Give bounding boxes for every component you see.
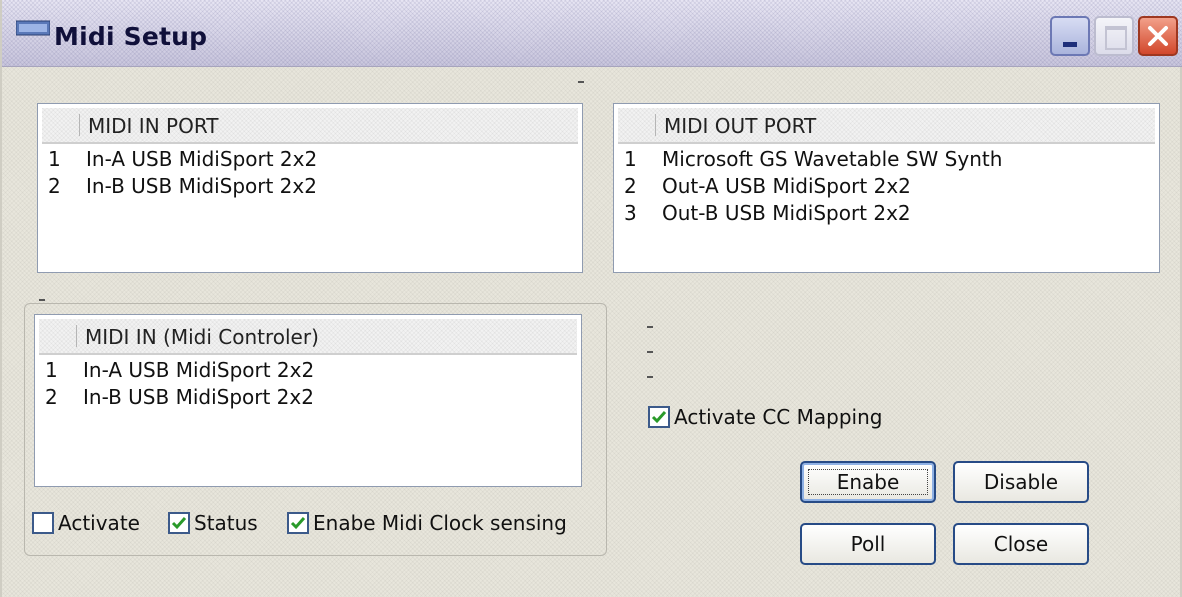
checkmark-icon [290,517,306,530]
midi-in-controller-header[interactable]: MIDI IN (Midi Controler) [39,319,577,355]
midi-out-port-header[interactable]: MIDI OUT PORT [618,108,1155,144]
divider-mark [578,81,584,83]
list-item[interactable]: 1 Microsoft GS Wavetable SW Synth [624,146,1151,173]
poll-button[interactable]: Poll [800,523,936,565]
list-item[interactable]: 2 Out-A USB MidiSport 2x2 [624,173,1151,200]
close-window-button[interactable] [1138,16,1178,56]
list-item[interactable]: 1 In-A USB MidiSport 2x2 [48,146,574,173]
midi-in-port-header[interactable]: MIDI IN PORT [42,108,578,144]
divider-mark [647,326,653,328]
midi-in-port-list[interactable]: MIDI IN PORT 1 In-A USB MidiSport 2x2 2 In… [37,103,583,273]
status-checkbox-label: Status [194,511,258,535]
app-icon [16,20,50,36]
group-label-mark [39,299,45,301]
midi-clock-checkbox-label: Enabe Midi Clock sensing [313,511,567,535]
midi-clock-checkbox-box[interactable] [287,512,309,534]
list-item[interactable]: 3 Out-B USB MidiSport 2x2 [624,200,1151,227]
disable-button[interactable]: Disable [953,461,1089,503]
midi-in-controller-header-label: MIDI IN (Midi Controler) [85,325,319,349]
midi-clock-checkbox[interactable]: Enabe Midi Clock sensing [287,511,567,535]
cc-mapping-checkbox-label: Activate CC Mapping [674,405,883,429]
close-icon [1148,26,1168,46]
divider-mark [647,351,653,353]
status-checkbox-box[interactable] [168,512,190,534]
enable-button[interactable]: Enabe [800,461,936,503]
midi-in-controller-list[interactable]: MIDI IN (Midi Controler) 1 In-A USB MidiS… [34,314,582,487]
activate-checkbox[interactable]: Activate [32,511,140,535]
divider-mark [647,376,653,378]
activate-checkbox-label: Activate [58,511,140,535]
status-checkbox[interactable]: Status [168,511,258,535]
activate-checkbox-box[interactable] [32,512,54,534]
window-title: Midi Setup [54,22,208,51]
cc-mapping-checkbox[interactable]: Activate CC Mapping [648,405,882,429]
checkmark-icon [651,411,667,424]
midi-setup-window: Midi Setup MIDI IN PORT 1 In-A USB MidiSp… [0,0,1182,597]
minimize-button[interactable] [1050,16,1090,56]
title-bar[interactable]: Midi Setup [2,0,1182,67]
maximize-button[interactable] [1094,16,1134,56]
list-item[interactable]: 2 In-B USB MidiSport 2x2 [45,384,573,411]
list-item[interactable]: 2 In-B USB MidiSport 2x2 [48,173,574,200]
midi-out-port-header-label: MIDI OUT PORT [664,114,817,138]
list-item[interactable]: 1 In-A USB MidiSport 2x2 [45,357,573,384]
midi-in-port-header-label: MIDI IN PORT [88,114,219,138]
cc-mapping-checkbox-box[interactable] [648,406,670,428]
checkmark-icon [171,517,187,530]
close-button[interactable]: Close [953,523,1089,565]
midi-out-port-list[interactable]: MIDI OUT PORT 1 Microsoft GS Wavetable SW… [613,103,1160,273]
